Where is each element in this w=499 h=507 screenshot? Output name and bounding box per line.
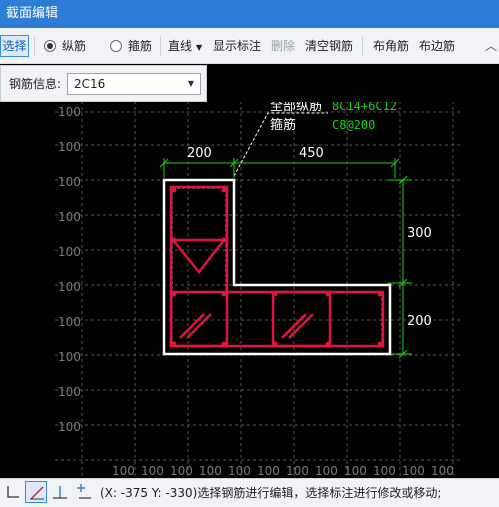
grid-label: 100	[402, 464, 425, 478]
grid-label: 100	[58, 350, 81, 364]
add-point-icon[interactable]	[73, 481, 95, 503]
collapse-icon[interactable]: ︿	[485, 28, 497, 64]
show-dims-button[interactable]: 显示标注	[213, 28, 261, 64]
perpendicular-icon[interactable]	[49, 481, 71, 503]
stirrup-label: 箍筋	[128, 39, 153, 53]
grid-label: 100	[112, 464, 135, 478]
grid-label: 100	[58, 175, 81, 189]
corner-rebar-button[interactable]: 布角筋	[373, 28, 409, 64]
grid-label: 100	[257, 464, 280, 478]
toolbar-divider	[34, 36, 35, 56]
rebar-info-panel: 钢筋信息: 2C16 ▼	[0, 65, 207, 102]
grid-label: 100	[58, 420, 81, 434]
select-button[interactable]: 选择	[0, 35, 29, 57]
dim-top-left[interactable]: 200	[187, 146, 212, 161]
ortho-mode-icon[interactable]	[2, 481, 24, 503]
toolbar: 选择 纵筋 箍筋 直线 ▼ 显示标注 删除 清空钢筋 布角筋 布边筋 ︿	[0, 28, 499, 64]
grid-label: 100	[199, 464, 222, 478]
chevron-down-icon: ▼	[187, 79, 194, 88]
status-text: (X: -375 Y: -330)选择钢筋进行编辑，选择标注进行修改或移动;	[100, 486, 442, 500]
grid-label: 100	[431, 464, 454, 478]
grid-label: 100	[58, 280, 81, 294]
longitudinal-radio[interactable]: 纵筋	[44, 28, 86, 64]
stirrups[interactable]	[169, 185, 385, 348]
line-label: 直线	[168, 39, 193, 53]
delete-button[interactable]: 删除	[271, 28, 295, 64]
stirrup-label[interactable]: 箍筋	[270, 117, 296, 133]
grid-label: 100	[228, 464, 251, 478]
radio-checked-icon	[44, 40, 56, 52]
grid-label: 100	[58, 245, 81, 259]
dim-right-lower[interactable]: 200	[407, 314, 432, 329]
longitudinal-label: 纵筋	[62, 39, 87, 53]
grid-label: 100	[58, 140, 81, 154]
grid-label: 100	[58, 385, 81, 399]
rebar-info-value: 2C16	[74, 77, 106, 91]
status-bar: (X: -375 Y: -330)选择钢筋进行编辑，选择标注进行修改或移动;	[0, 478, 499, 507]
grid-label: 100	[58, 315, 81, 329]
snap-line-icon[interactable]	[25, 481, 47, 503]
clear-rebar-button[interactable]: 清空钢筋	[305, 28, 353, 64]
toolbar-divider	[362, 36, 363, 56]
window-title: 截面编辑	[0, 0, 499, 28]
grid-label: 100	[315, 464, 338, 478]
grid-label: 100	[58, 105, 81, 119]
all-long-value[interactable]: 8C14+6C12	[332, 102, 397, 113]
dim-top-right[interactable]: 450	[299, 146, 324, 161]
grid-label: 100	[170, 464, 193, 478]
rebar-info-select[interactable]: 2C16 ▼	[67, 73, 201, 95]
chevron-down-icon: ▼	[196, 43, 203, 52]
stirrup-value[interactable]: C8@200	[332, 118, 375, 132]
radio-unchecked-icon	[110, 40, 122, 52]
grid-label: 100	[58, 210, 81, 224]
toolbar-divider	[160, 36, 161, 56]
dim-right-upper[interactable]: 300	[407, 226, 432, 241]
grid-label: 100	[344, 464, 367, 478]
grid-label: 100	[286, 464, 309, 478]
all-long-label[interactable]: 全部纵筋	[270, 102, 322, 114]
edge-rebar-button[interactable]: 布边筋	[419, 28, 455, 64]
stirrup-radio[interactable]: 箍筋	[110, 28, 152, 64]
grid-label: 100	[373, 464, 396, 478]
section-canvas[interactable]: 100 100 100 100 100 100 100 100 100 100 …	[0, 102, 499, 478]
top-dimension[interactable]	[159, 158, 400, 178]
line-dropdown[interactable]: 直线 ▼	[168, 28, 202, 64]
rebar-info-label: 钢筋信息:	[9, 77, 62, 91]
grid	[55, 102, 460, 478]
grid-label: 100	[141, 464, 164, 478]
